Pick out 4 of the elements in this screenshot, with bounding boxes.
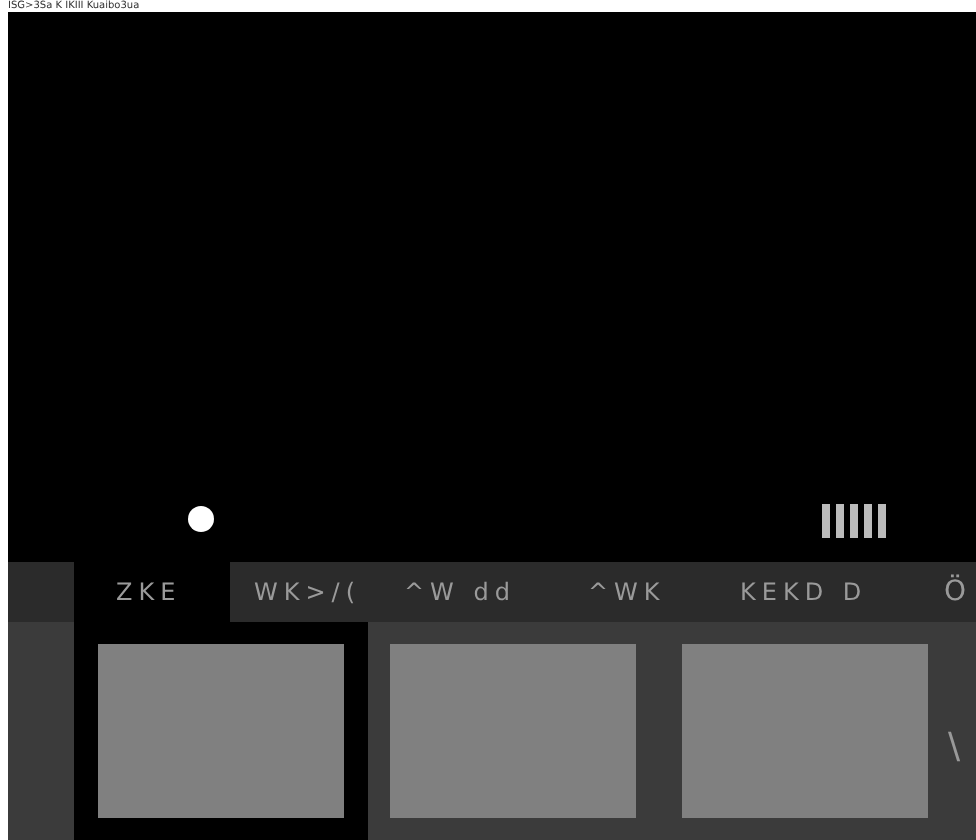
thumbnail-cell[interactable]	[74, 622, 368, 840]
bars-icon	[822, 504, 890, 538]
side-mark: \	[948, 724, 961, 772]
tab[interactable]: ZKE	[74, 562, 230, 622]
